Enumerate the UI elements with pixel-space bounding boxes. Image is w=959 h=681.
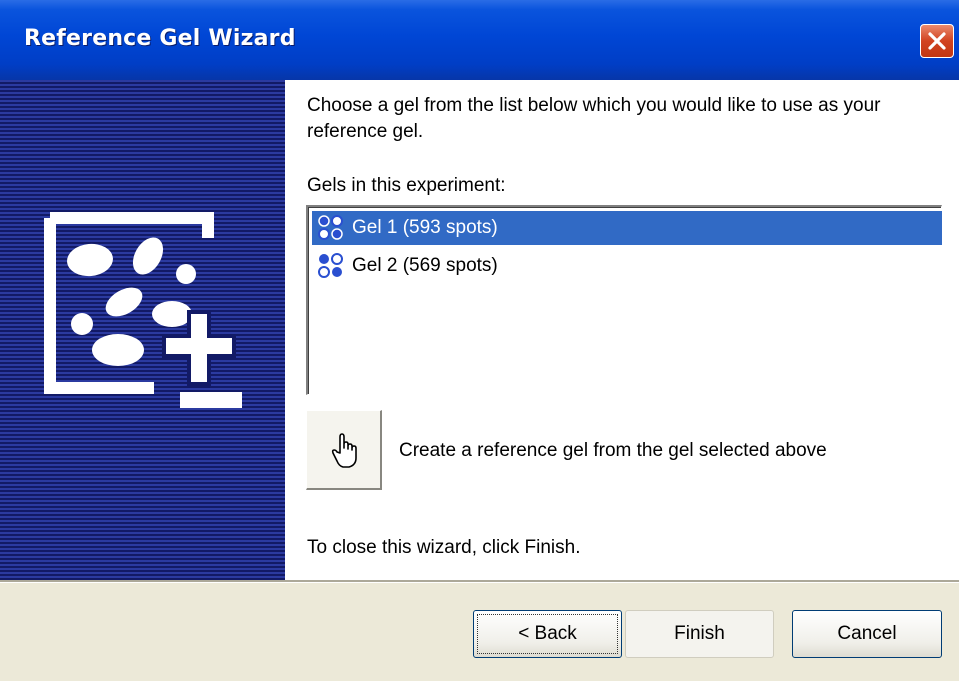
title-bar[interactable]: Reference Gel Wizard [0, 0, 959, 80]
close-icon [928, 32, 946, 50]
window-title: Reference Gel Wizard [24, 26, 296, 51]
back-button[interactable]: < Back [473, 610, 622, 658]
gel-icon [318, 253, 343, 278]
cancel-button[interactable]: Cancel [792, 610, 942, 658]
intro-text: Choose a gel from the list below which y… [307, 95, 881, 142]
wizard-window: Reference Gel Wizard Choose a gel from t… [0, 0, 959, 681]
gel-listbox[interactable]: Gel 1 (593 spots) Gel 2 (569 spots) [306, 205, 942, 395]
close-instructions: To close this wizard, click Finish. [307, 537, 581, 558]
create-reference-gel-label: Create a reference gel from the gel sele… [399, 440, 827, 461]
gel-list-label: Gels in this experiment: [307, 175, 506, 196]
finish-button-label: Finish [674, 623, 725, 644]
focus-rect [477, 614, 618, 654]
gel-edit-icon [44, 212, 242, 408]
gel-icon [318, 215, 343, 240]
cancel-button-label: Cancel [837, 623, 897, 644]
close-button[interactable] [920, 24, 954, 58]
finish-button[interactable]: Finish [625, 610, 774, 658]
list-item-gel-1[interactable]: Gel 1 (593 spots) [312, 211, 942, 245]
list-item-label: Gel 1 (593 spots) [352, 217, 498, 238]
create-reference-gel-button[interactable] [306, 410, 382, 490]
list-item-gel-2[interactable]: Gel 2 (569 spots) [312, 249, 942, 283]
wizard-side-panel [0, 80, 285, 580]
list-item-label: Gel 2 (569 spots) [352, 255, 498, 276]
hand-pointer-icon [331, 433, 357, 468]
